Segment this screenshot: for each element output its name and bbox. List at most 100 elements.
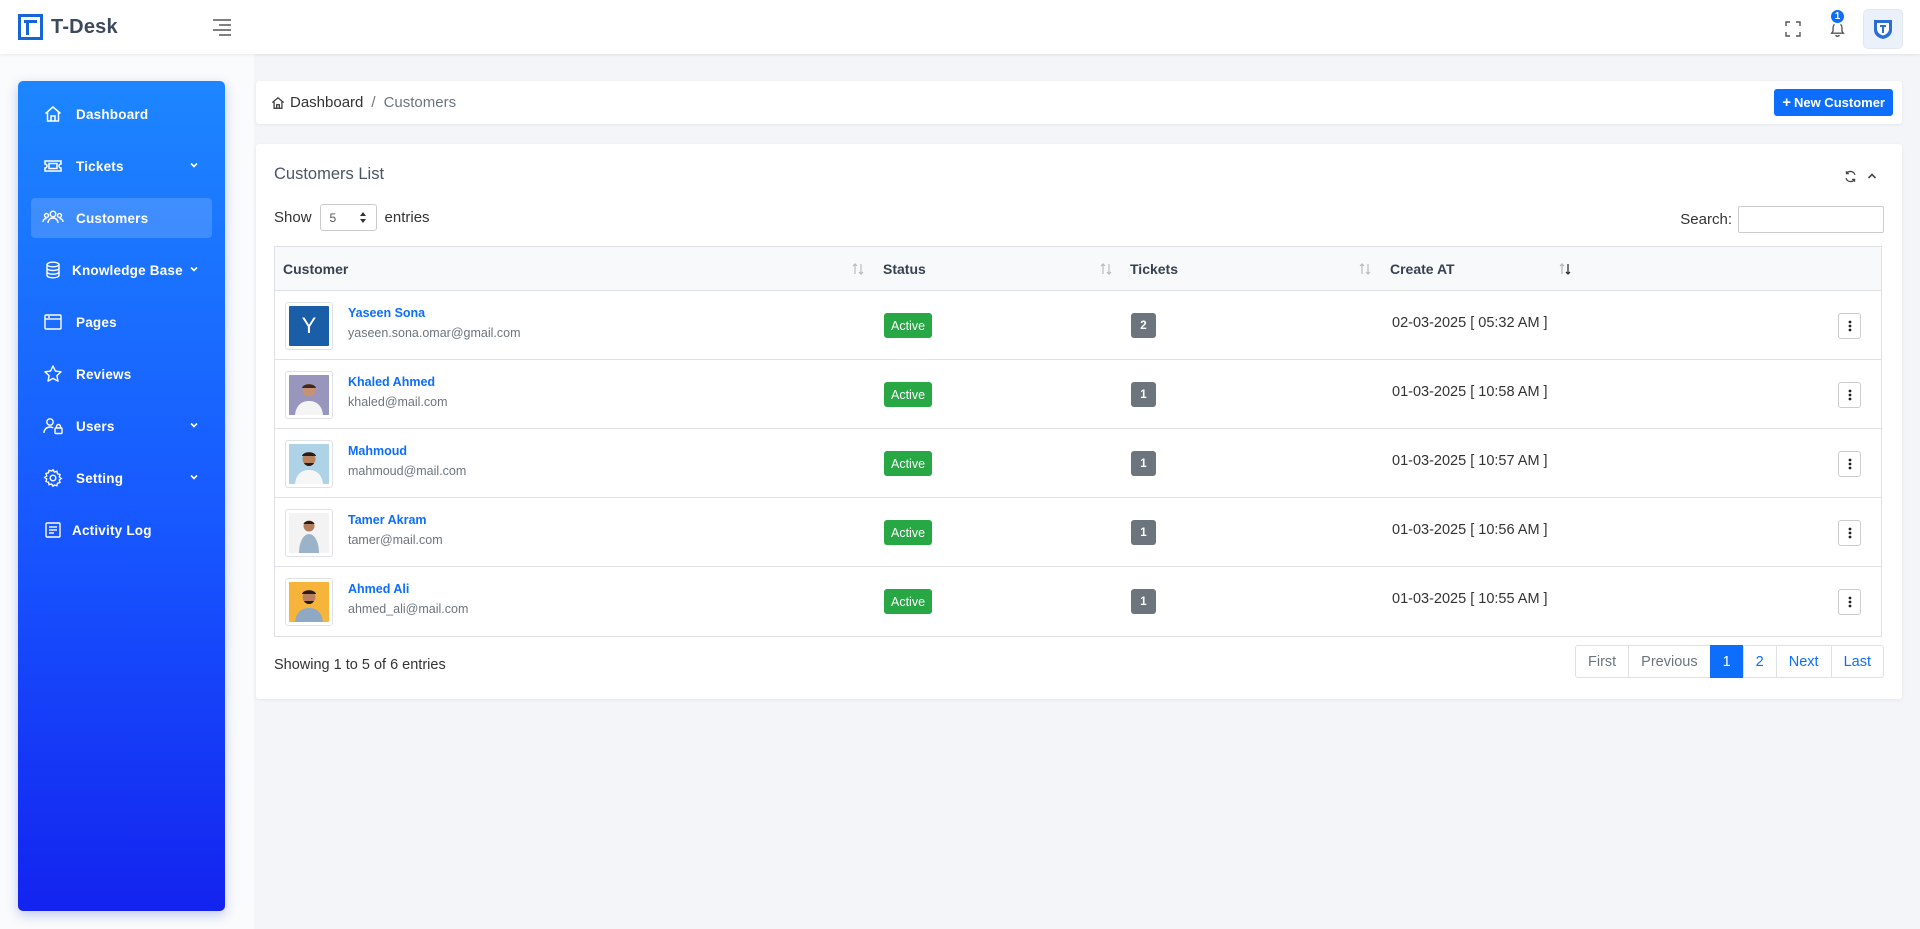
ticket-count-badge: 1 [1131, 382, 1156, 407]
sort-icon [852, 263, 864, 275]
more-vertical-icon [1848, 458, 1851, 470]
sidebar-item-tickets[interactable]: Tickets [31, 146, 212, 186]
pagination-page-1[interactable]: 1 [1709, 645, 1744, 678]
created-at: 01-03-2025 [ 10:55 AM ] [1392, 591, 1548, 607]
sidebar-item-label: Knowledge Base [72, 262, 183, 278]
sidebar-item-label: Dashboard [76, 106, 149, 122]
column-header-label: Customer [283, 261, 349, 277]
customer-email: yaseen.sona.omar@gmail.com [348, 326, 521, 340]
pagination-last[interactable]: Last [1830, 645, 1884, 678]
pagination-next[interactable]: Next [1775, 645, 1832, 678]
pagination-previous[interactable]: Previous [1628, 645, 1711, 678]
sort-desc-icon [1559, 263, 1571, 275]
sidebar-toggle-icon[interactable] [210, 18, 234, 38]
t-desk-logo-icon [18, 14, 43, 40]
home-icon [271, 96, 285, 109]
breadcrumb-home-label: Dashboard [290, 94, 364, 111]
breadcrumb-home-link[interactable]: Dashboard [271, 94, 363, 111]
sidebar: Dashboard Tickets Customers Knowledge Ba… [18, 81, 225, 911]
ticket-count-badge: 1 [1131, 589, 1156, 614]
row-actions-button[interactable] [1838, 313, 1861, 339]
table-row: Khaled Ahmed khaled@mail.com Active 1 01… [275, 360, 1881, 429]
avatar-letter: Y [289, 306, 329, 346]
table-row: Y Yaseen Sona yaseen.sona.omar@gmail.com… [275, 291, 1881, 360]
customer-name-link[interactable]: Ahmed Ali [348, 582, 409, 596]
chevron-down-icon [190, 474, 198, 480]
browser-window-icon [42, 311, 64, 333]
column-header-status[interactable]: Status [883, 247, 926, 291]
sidebar-item-reviews[interactable]: Reviews [31, 354, 212, 394]
sidebar-item-label: Tickets [76, 158, 124, 174]
search-input[interactable] [1738, 206, 1884, 233]
sidebar-item-users[interactable]: Users [31, 406, 212, 446]
notifications-button[interactable]: 1 [1820, 8, 1854, 46]
card-title: Customers List [274, 165, 385, 183]
user-avatar[interactable] [1864, 10, 1902, 48]
row-actions-button[interactable] [1838, 520, 1861, 546]
page-length-select[interactable]: 5 [319, 204, 377, 231]
app-name: T-Desk [51, 15, 118, 38]
customer-email: khaled@mail.com [348, 395, 448, 409]
chevron-down-icon [190, 162, 198, 168]
plus-icon: + [1782, 94, 1791, 111]
more-vertical-icon [1848, 389, 1851, 401]
column-header-label: Tickets [1130, 261, 1178, 277]
more-vertical-icon [1848, 596, 1851, 608]
row-actions-button[interactable] [1838, 589, 1861, 615]
fullscreen-icon [1785, 21, 1801, 37]
column-header-tickets[interactable]: Tickets [1130, 247, 1178, 291]
search-control: Search: [1680, 206, 1884, 233]
table-row: Tamer Akram tamer@mail.com Active 1 01-0… [275, 498, 1881, 567]
fullscreen-button[interactable] [1776, 12, 1810, 46]
sidebar-item-dashboard[interactable]: Dashboard [31, 94, 212, 134]
sort-icon [1359, 263, 1371, 275]
customers-table: Customer Status Tickets Create AT Y Yase… [274, 246, 1882, 637]
created-at: 02-03-2025 [ 05:32 AM ] [1392, 315, 1548, 331]
sidebar-item-setting[interactable]: Setting [31, 458, 212, 498]
created-at: 01-03-2025 [ 10:56 AM ] [1392, 522, 1548, 538]
column-header-create-at[interactable]: Create AT [1390, 247, 1455, 291]
ticket-count-badge: 2 [1131, 313, 1156, 338]
row-actions-button[interactable] [1838, 382, 1861, 408]
page-length-control: Show 5 entries [274, 204, 430, 231]
refresh-button[interactable] [1840, 166, 1860, 186]
sidebar-item-pages[interactable]: Pages [31, 302, 212, 342]
table-row: Mahmoud mahmoud@mail.com Active 1 01-03-… [275, 429, 1881, 498]
app-logo[interactable]: T-Desk [18, 14, 118, 40]
customer-name-link[interactable]: Mahmoud [348, 444, 407, 458]
more-vertical-icon [1848, 527, 1851, 539]
ticket-count-badge: 1 [1131, 451, 1156, 476]
person-photo-icon [289, 582, 329, 622]
notification-count-badge: 1 [1829, 8, 1846, 25]
sidebar-item-label: Customers [76, 210, 149, 226]
sidebar-item-label: Reviews [76, 366, 132, 382]
sidebar-item-label: Setting [76, 470, 124, 486]
customer-name-link[interactable]: Tamer Akram [348, 513, 427, 527]
sidebar-item-label: Activity Log [72, 522, 152, 538]
collapse-button[interactable] [1862, 166, 1882, 186]
card-tools [1838, 166, 1882, 186]
chevron-down-icon [190, 422, 198, 428]
column-header-customer[interactable]: Customer [283, 247, 348, 291]
customers-card: Customers List Show 5 entries Search: Cu… [256, 144, 1902, 699]
home-icon [42, 103, 64, 125]
person-photo-icon [289, 513, 329, 553]
ticket-count-badge: 1 [1131, 520, 1156, 545]
new-customer-button[interactable]: + New Customer [1774, 89, 1893, 116]
sidebar-item-activity-log[interactable]: Activity Log [31, 510, 212, 550]
chevron-up-icon [1867, 173, 1877, 179]
ticket-icon [42, 155, 64, 177]
sidebar-item-customers[interactable]: Customers [31, 198, 212, 238]
pagination-first[interactable]: First [1574, 645, 1630, 678]
customer-name-link[interactable]: Khaled Ahmed [348, 375, 435, 389]
pagination-page-2[interactable]: 2 [1742, 645, 1777, 678]
breadcrumb: Dashboard / Customers [271, 94, 456, 111]
customer-avatar: Y [285, 302, 333, 350]
gear-icon [42, 467, 64, 489]
sidebar-item-knowledge-base[interactable]: Knowledge Base [31, 250, 212, 290]
table-header: Customer Status Tickets Create AT [275, 247, 1881, 291]
refresh-icon [1844, 170, 1856, 182]
chevron-down-icon [190, 266, 198, 272]
row-actions-button[interactable] [1838, 451, 1861, 477]
customer-name-link[interactable]: Yaseen Sona [348, 306, 425, 320]
